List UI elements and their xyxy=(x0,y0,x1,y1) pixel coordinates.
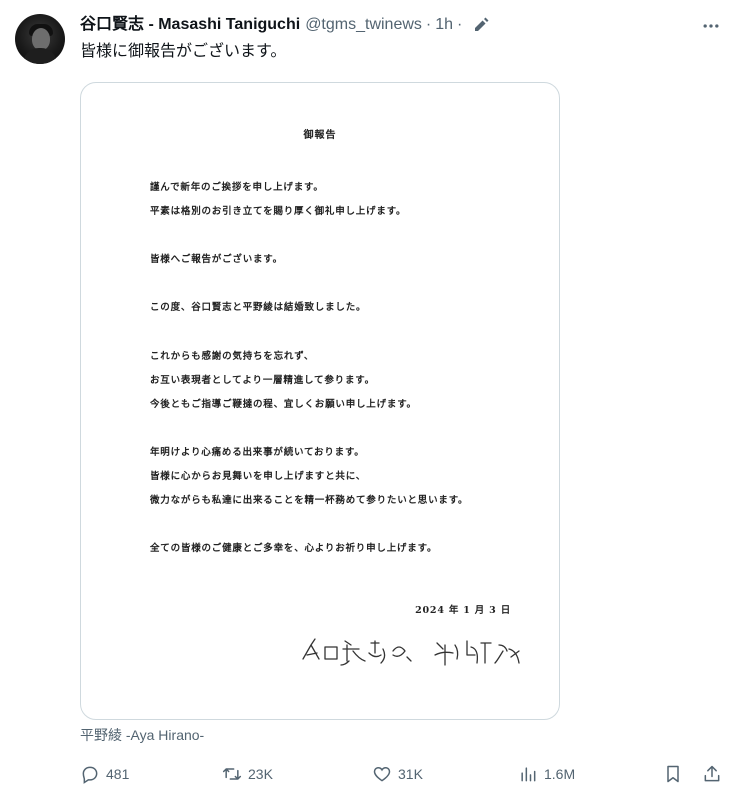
action-bar: 481 23K 31K 1.6M xyxy=(80,762,725,786)
timestamp[interactable]: 1h xyxy=(435,15,453,35)
doc-line: 年明けより心痛める出来事が続いております。 xyxy=(150,447,365,458)
tweet-header: 谷口賢志 - Masashi Taniguchi @tgms_twinews ·… xyxy=(80,15,490,35)
separator: · xyxy=(457,16,463,33)
avatar-body xyxy=(23,48,57,64)
heart-icon xyxy=(373,766,391,782)
repost-icon xyxy=(222,768,242,780)
doc-line: 今後ともご指導ご鞭撻の程、宜しくお願い申し上げます。 xyxy=(150,399,417,410)
author-name[interactable]: 谷口賢志 - Masashi Taniguchi xyxy=(80,15,300,35)
reply-icon xyxy=(82,766,98,784)
author-handle[interactable]: @tgms_twinews xyxy=(305,15,422,35)
doc-title: 御報告 xyxy=(303,130,337,141)
reply-count: 481 xyxy=(106,766,130,782)
share-button[interactable] xyxy=(702,762,722,786)
doc-line: 微力ながらも私達に出来ることを精一杯務めて参りたいと思います。 xyxy=(150,495,469,506)
more-icon[interactable] xyxy=(701,16,721,36)
like-button[interactable]: 31K xyxy=(372,762,423,786)
reply-button[interactable]: 481 xyxy=(80,762,129,786)
doc-date: 2024 年 1 月 3 日 xyxy=(415,605,511,616)
bookmark-icon xyxy=(667,765,679,783)
doc-line: 全ての皆様のご健康とご多幸を、心よりお祈り申し上げます。 xyxy=(150,543,438,554)
repost-count: 23K xyxy=(248,766,273,782)
like-count: 31K xyxy=(398,766,423,782)
doc-line: これからも感謝の気持ちを忘れず、 xyxy=(150,351,315,362)
doc-line: この度、谷口賢志と平野綾は結婚致しました。 xyxy=(150,302,367,313)
share-icon xyxy=(704,765,720,782)
tweet-text: 皆様に御報告がございます。 xyxy=(80,43,287,60)
doc-line: 皆様へご報告がございます。 xyxy=(150,254,283,265)
tweet-image[interactable]: 御報告 謹んで新年のご挨拶を申し上げます。 平素は格別のお引き立てを賜り厚く御礼… xyxy=(80,82,560,720)
doc-line: 平素は格別のお引き立てを賜り厚く御礼申し上げます。 xyxy=(150,206,407,217)
doc-line: 皆様に心からお見舞いを申し上げますと共に、 xyxy=(150,471,367,482)
doc-line: お互い表現者としてより一層精進して参ります。 xyxy=(150,375,375,386)
bookmark-button[interactable] xyxy=(663,762,683,786)
edit-icon[interactable] xyxy=(472,16,490,34)
views-button[interactable]: 1.6M xyxy=(518,762,575,786)
avatar-face xyxy=(32,28,50,50)
announcement-document: 御報告 謹んで新年のご挨拶を申し上げます。 平素は格別のお引き立てを賜り厚く御礼… xyxy=(81,83,559,719)
view-count: 1.6M xyxy=(544,766,576,782)
handwritten-signature xyxy=(302,638,520,666)
separator: · xyxy=(425,16,432,33)
image-caption[interactable]: 平野綾 -Aya Hirano- xyxy=(80,726,204,744)
avatar[interactable] xyxy=(15,14,65,64)
doc-line: 謹んで新年のご挨拶を申し上げます。 xyxy=(150,182,324,193)
repost-button[interactable]: 23K xyxy=(222,762,273,786)
views-icon xyxy=(521,767,536,782)
